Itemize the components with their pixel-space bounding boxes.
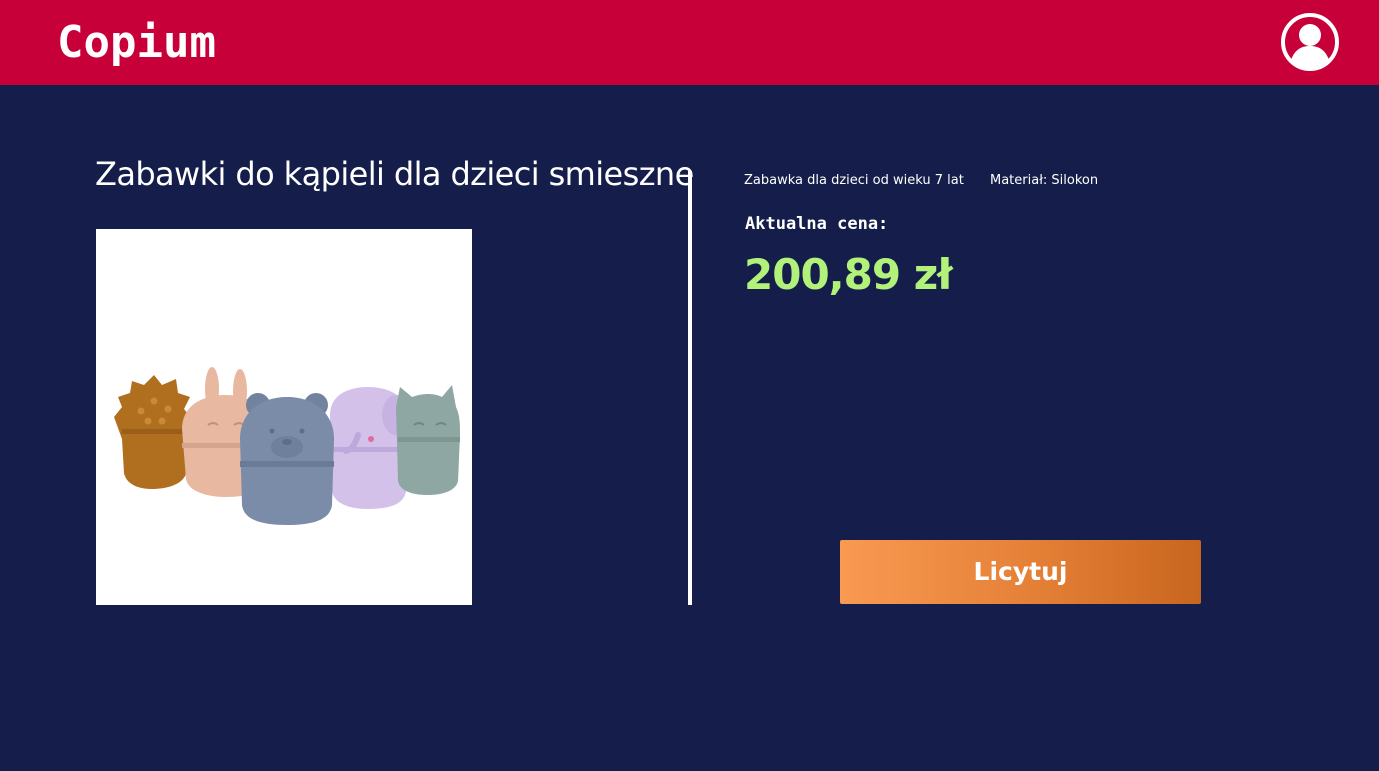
- product-image: [96, 229, 472, 605]
- user-avatar-icon[interactable]: [1280, 12, 1340, 72]
- bid-button[interactable]: Licytuj: [840, 540, 1201, 604]
- top-header: Copium: [0, 0, 1379, 85]
- app-logo[interactable]: Copium: [57, 18, 216, 68]
- vertical-divider: [688, 171, 692, 605]
- age-attribute: Zabawka dla dzieci od wieku 7 lat: [744, 173, 964, 188]
- hedgehog-toy: [114, 375, 192, 489]
- bear-toy: [240, 393, 334, 525]
- product-title: Zabawki do kąpieli dla dzieci smieszne: [95, 155, 694, 193]
- price-label: Aktualna cena:: [745, 214, 889, 234]
- material-attribute: Materiał: Silokon: [990, 173, 1099, 188]
- current-price: 200,89 zł: [744, 250, 953, 299]
- cat-toy: [396, 385, 460, 495]
